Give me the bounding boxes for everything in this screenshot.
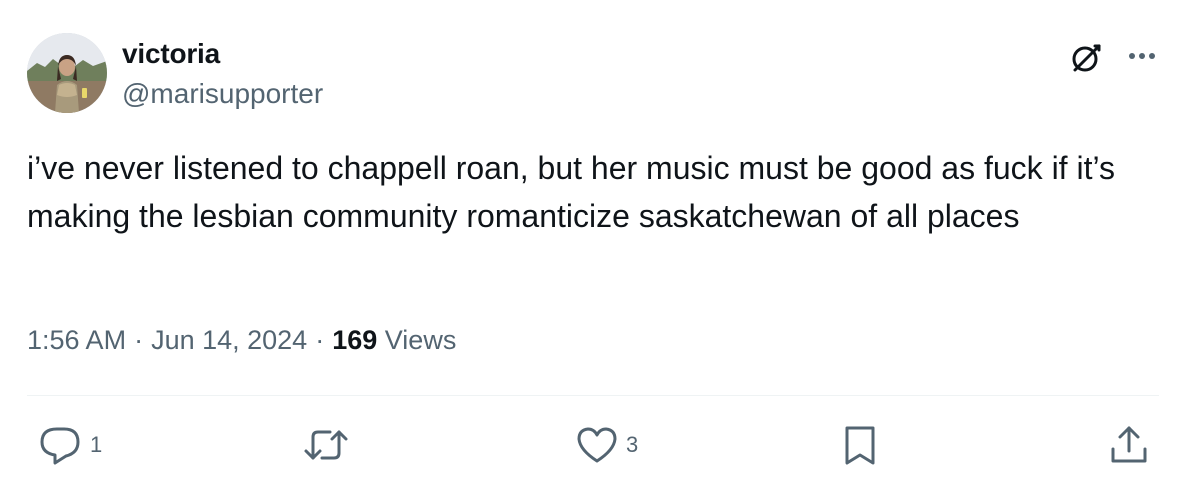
reply-icon (36, 420, 86, 470)
tweet-time[interactable]: 1:56 AM (27, 325, 126, 355)
avatar[interactable] (27, 33, 107, 113)
reply-button[interactable]: 1 (36, 420, 102, 470)
heart-icon (572, 420, 622, 470)
reply-count: 1 (90, 432, 103, 457)
views-label[interactable]: Views (385, 325, 457, 355)
meta-separator: · (315, 325, 325, 355)
display-name[interactable]: victoria (122, 36, 220, 72)
tweet-date[interactable]: Jun 14, 2024 (151, 325, 307, 355)
action-bar: 1 3 (0, 420, 1188, 470)
bookmark-button[interactable] (838, 420, 882, 470)
profile-photo (27, 33, 107, 113)
meta-separator: · (134, 325, 144, 355)
like-button[interactable]: 3 (572, 420, 638, 470)
tweet-text: i’ve never listened to chappell roan, bu… (27, 150, 1124, 234)
more-icon[interactable] (1122, 40, 1162, 72)
divider (27, 395, 1159, 396)
share-button[interactable] (1104, 420, 1154, 470)
like-count: 3 (626, 432, 639, 457)
tweet-card: victoria @marisupporter i’ve never liste… (0, 0, 1188, 484)
retweet-button[interactable] (300, 420, 356, 470)
tweet-meta: 1:56 AM · Jun 14, 2024 · 169 Views (27, 322, 456, 358)
share-icon (1104, 420, 1154, 470)
user-handle[interactable]: @marisupporter (122, 76, 323, 112)
retweet-icon (300, 420, 352, 470)
grok-icon[interactable] (1066, 40, 1106, 76)
views-count[interactable]: 169 (332, 325, 377, 355)
bookmark-icon (838, 420, 882, 470)
